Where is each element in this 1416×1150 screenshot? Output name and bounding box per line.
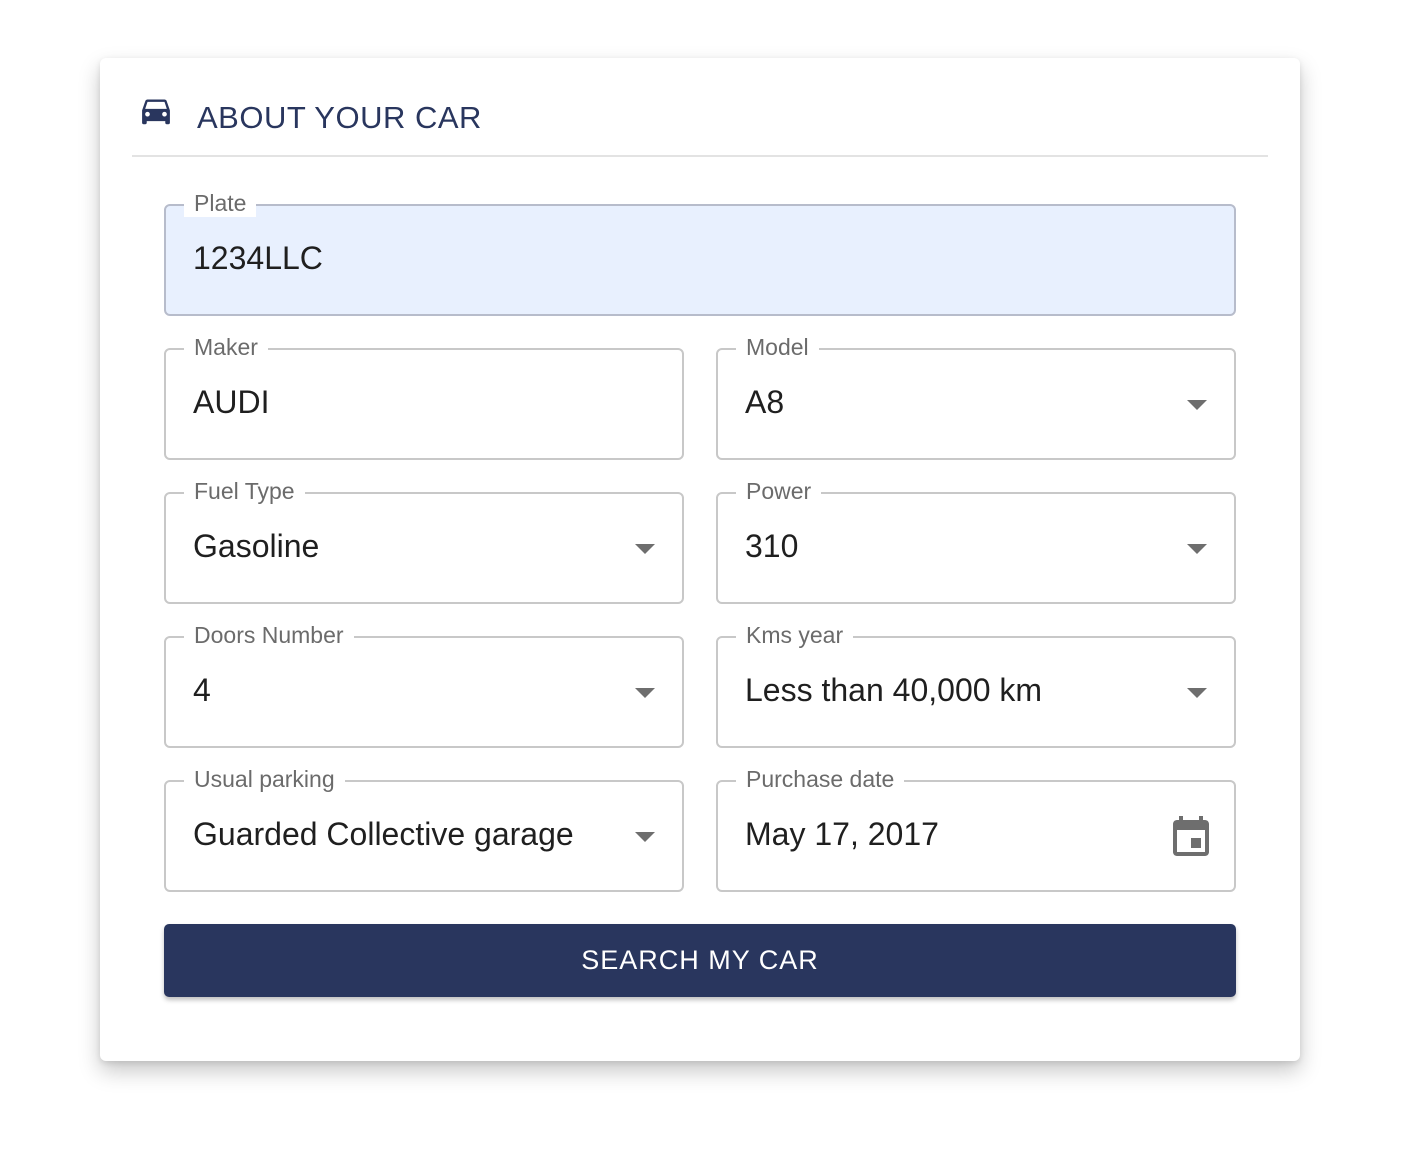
fuel-type-label: Fuel Type [184, 477, 305, 505]
chevron-down-icon[interactable] [1187, 688, 1207, 698]
kms-year-value: Less than 40,000 km [745, 672, 1043, 708]
car-form-card: ABOUT YOUR CAR Plate 1234LLC Maker AUDI … [100, 58, 1300, 1061]
fuel-type-value: Gasoline [193, 528, 320, 564]
chevron-down-icon[interactable] [1187, 544, 1207, 554]
plate-value: 1234LLC [193, 240, 323, 276]
usual-parking-label: Usual parking [184, 765, 345, 793]
card-title: ABOUT YOUR CAR [197, 100, 482, 135]
kms-year-label: Kms year [736, 621, 854, 649]
kms-year-select[interactable]: Kms year Less than 40,000 km [716, 621, 1236, 748]
maker-value: AUDI [193, 384, 270, 420]
chevron-down-icon[interactable] [635, 544, 655, 554]
model-value: A8 [745, 384, 785, 420]
usual-parking-value: Guarded Collective garage [193, 816, 574, 852]
plate-field[interactable]: Plate 1234LLC [164, 189, 1236, 316]
search-my-car-button[interactable]: SEARCH MY CAR [164, 924, 1236, 997]
power-value: 310 [745, 528, 799, 564]
power-select[interactable]: Power 310 [716, 477, 1236, 604]
purchase-date-label: Purchase date [736, 765, 905, 793]
card-header: ABOUT YOUR CAR [132, 58, 1268, 157]
purchase-date-field[interactable]: Purchase date May 17, 2017 [716, 765, 1236, 892]
chevron-down-icon[interactable] [635, 688, 655, 698]
maker-label: Maker [184, 333, 268, 361]
model-select[interactable]: Model A8 [716, 333, 1236, 460]
plate-label: Plate [184, 189, 257, 217]
doors-number-select[interactable]: Doors Number 4 [164, 621, 684, 748]
car-icon [142, 99, 170, 125]
chevron-down-icon[interactable] [1187, 400, 1207, 410]
maker-field[interactable]: Maker AUDI [164, 333, 684, 460]
usual-parking-select[interactable]: Usual parking Guarded Collective garage [164, 765, 684, 892]
model-label: Model [736, 333, 819, 361]
fuel-type-select[interactable]: Fuel Type Gasoline [164, 477, 684, 604]
calendar-icon[interactable] [1171, 814, 1211, 858]
doors-number-label: Doors Number [184, 621, 354, 649]
doors-number-value: 4 [193, 672, 211, 708]
chevron-down-icon[interactable] [635, 832, 655, 842]
purchase-date-value: May 17, 2017 [745, 816, 939, 852]
power-label: Power [736, 477, 822, 505]
